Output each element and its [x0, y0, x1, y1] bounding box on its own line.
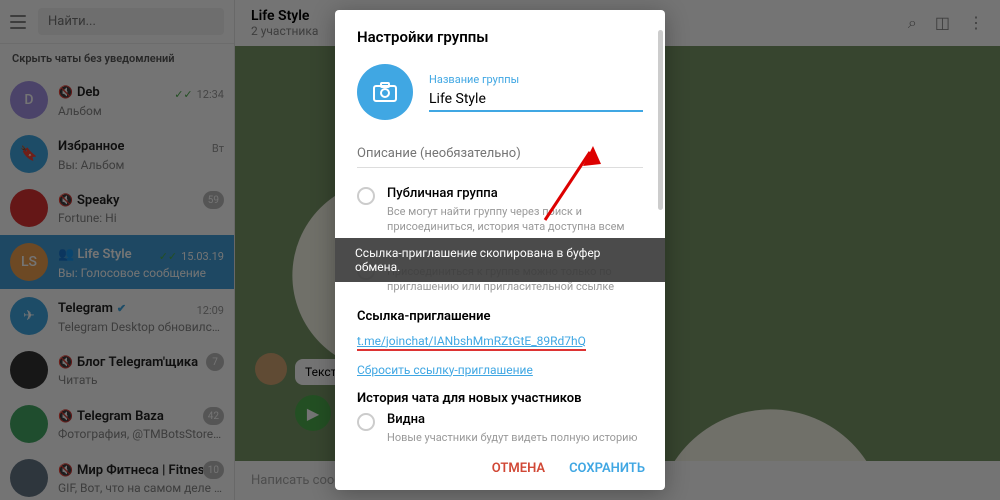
scrollbar-thumb[interactable]	[658, 30, 663, 210]
reset-link[interactable]: Сбросить ссылку-приглашение	[357, 363, 643, 377]
history-visible-option[interactable]: Видна Новые участники будут видеть полну…	[357, 412, 643, 447]
invite-link[interactable]: t.me/joinchat/IANbshMmRZtGtE_89Rd7hQ	[357, 334, 586, 351]
group-settings-modal: Настройки группы Название группы Публичн…	[335, 10, 665, 490]
radio-icon	[357, 413, 375, 431]
modal-title: Настройки группы	[357, 28, 643, 46]
group-name-input[interactable]	[429, 88, 643, 112]
radio-icon	[357, 187, 375, 205]
group-name-label: Название группы	[429, 73, 643, 86]
cancel-button[interactable]: ОТМЕНА	[492, 461, 545, 476]
modal-overlay[interactable]: Настройки группы Название группы Публичн…	[0, 0, 1000, 500]
toast-notification: Ссылка-приглашение скопирована в буфер о…	[335, 238, 665, 282]
history-title: История чата для новых участников	[357, 391, 643, 406]
save-button[interactable]: СОХРАНИТЬ	[569, 461, 645, 476]
camera-icon	[373, 82, 397, 102]
group-photo-button[interactable]	[357, 64, 413, 120]
annotation-arrow	[535, 140, 605, 230]
invite-link-title: Ссылка-приглашение	[357, 309, 643, 324]
